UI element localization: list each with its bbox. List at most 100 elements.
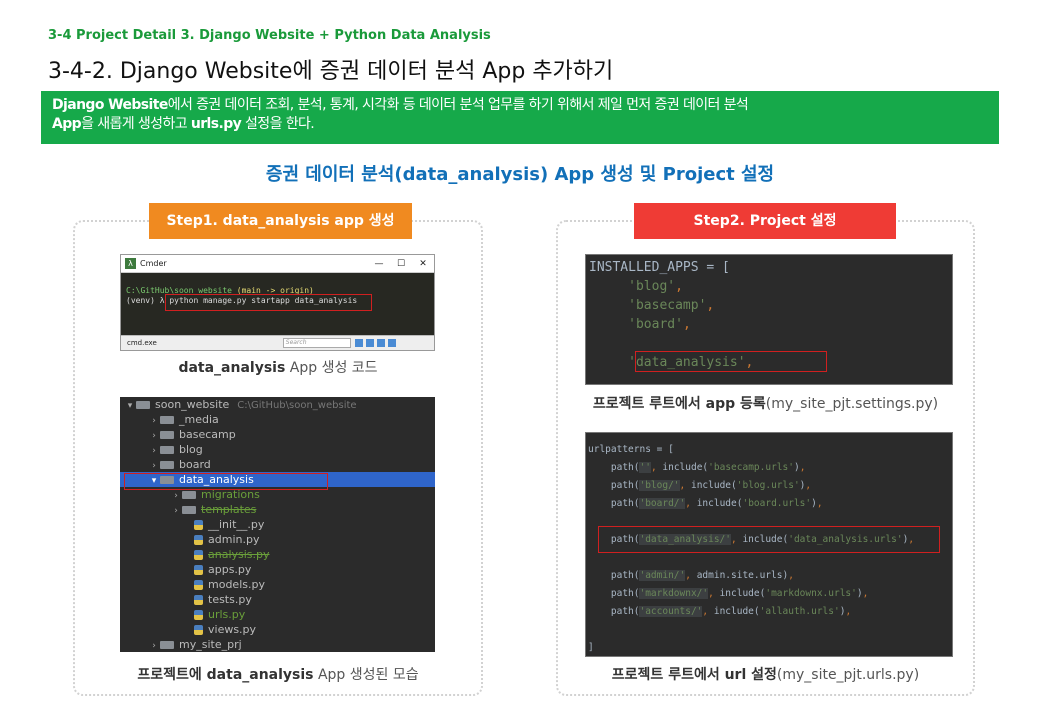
python-file-icon	[194, 565, 203, 575]
code-string: 'blog'	[628, 279, 676, 294]
cmder-window: λ Cmder — ☐ ✕ C:\GitHub\soon_website (ma…	[120, 254, 435, 351]
tree-root-path: C:\GitHub\soon_website	[237, 400, 357, 411]
code-line: urlpatterns = [	[588, 444, 674, 455]
code-line: path('board/', include('board.urls'),	[588, 498, 823, 509]
window-title: Cmder	[140, 259, 167, 268]
code-line: path('', include('basecamp.urls'),	[588, 462, 806, 473]
breadcrumb: 3-4 Project Detail 3. Django Website + P…	[48, 28, 491, 43]
code-string: 'basecamp'	[628, 298, 707, 313]
code-line: ]	[588, 642, 594, 653]
description-banner: Django Website에서 증권 데이터 조회, 분석, 통계, 시각화 …	[41, 91, 999, 144]
urlpatterns-code: urlpatterns = [ path('', include('baseca…	[585, 432, 953, 657]
caption-text: App 생성 코드	[285, 360, 378, 376]
folder-icon	[160, 431, 174, 439]
tree-label: urls.py	[208, 608, 246, 621]
code-line: INSTALLED_APPS = [	[589, 260, 730, 275]
tree-file[interactable]: analysis.py	[120, 547, 435, 562]
page-title: 3-4-2. Django Website에 증권 데이터 분석 App 추가하…	[48, 59, 614, 84]
banner-text: 을 새롭게 생성하고	[81, 116, 191, 132]
code-string: 'board/'	[639, 498, 686, 509]
caption-settings: 프로젝트 루트에서 app 등록(my_site_pjt.settings.py…	[556, 393, 975, 413]
cmder-titlebar: λ Cmder — ☐ ✕	[121, 255, 434, 273]
search-input[interactable]: Search	[282, 338, 351, 348]
caption-text: (my_site_pjt.urls.py)	[776, 667, 920, 683]
code-line: 'blog',	[628, 279, 683, 294]
cmder-statusbar: cmd.exe Search	[121, 335, 434, 350]
minimize-icon[interactable]: —	[368, 259, 390, 269]
tree-label: views.py	[208, 623, 257, 636]
code-string: 'accounts/'	[639, 606, 703, 617]
tree-file[interactable]: views.py	[120, 622, 435, 637]
data-analysis-highlight-box	[124, 473, 328, 490]
code-line: path('admin/', admin.site.urls),	[588, 570, 794, 581]
tree-item[interactable]: › templates	[120, 502, 435, 517]
code-string: 'admin/'	[639, 570, 686, 581]
lambda-icon: λ	[125, 258, 136, 269]
tree-file[interactable]: urls.py	[120, 607, 435, 622]
tree-file[interactable]: admin.py	[120, 532, 435, 547]
tree-file[interactable]: tests.py	[120, 592, 435, 607]
banner-text: 에서 증권 데이터 조회, 분석, 통계, 시각화 등 데이터 분석 업무를 하…	[167, 97, 749, 113]
tree-file[interactable]: __init__.py	[120, 517, 435, 532]
toolbar-icon[interactable]	[365, 339, 374, 347]
code-string: ''	[639, 462, 651, 473]
caption-tree: 프로젝트에 data_analysis App 생성된 모습	[73, 664, 483, 684]
python-file-icon	[194, 595, 203, 605]
toolbar-icon[interactable]	[376, 339, 385, 347]
tree-label: tests.py	[208, 593, 252, 606]
tree-file[interactable]: apps.py	[120, 562, 435, 577]
folder-icon	[160, 461, 174, 469]
maximize-icon[interactable]: ☐	[390, 259, 412, 269]
python-file-icon	[194, 550, 203, 560]
toolbar-icon[interactable]	[387, 339, 396, 347]
folder-icon	[182, 491, 196, 499]
folder-icon	[160, 641, 174, 649]
caption-bold: data_analysis	[206, 667, 314, 683]
step1-badge: Step1. data_analysis app 생성	[149, 203, 412, 239]
python-file-icon	[194, 520, 203, 530]
code-line: path('accounts/', include('allauth.urls'…	[588, 606, 852, 617]
code-string: 'allauth.urls'	[759, 606, 840, 617]
close-icon[interactable]: ✕	[412, 259, 434, 269]
console-tab[interactable]: cmd.exe	[121, 339, 163, 347]
python-file-icon	[194, 535, 203, 545]
app-register-highlight-box	[635, 351, 827, 372]
tree-label: board	[179, 458, 211, 471]
tree-label: blog	[179, 443, 203, 456]
tree-label: basecamp	[179, 428, 236, 441]
url-highlight-box	[598, 526, 940, 553]
section-title: 증권 데이터 분석(data_analysis) App 생성 및 Projec…	[265, 164, 775, 185]
step2-badge: Step2. Project 설정	[634, 203, 896, 239]
tree-item[interactable]: › blog	[120, 442, 435, 457]
caption-text: 프로젝트에	[137, 667, 207, 683]
tree-root[interactable]: ▾ soon_website C:\GitHub\soon_website	[120, 397, 435, 412]
tree-item[interactable]: › board	[120, 457, 435, 472]
folder-icon	[160, 416, 174, 424]
tree-item[interactable]: › _media	[120, 412, 435, 427]
code-string: 'board'	[628, 317, 683, 332]
banner-bold: App	[52, 116, 82, 132]
command-highlight-box	[165, 294, 372, 311]
code-string: 'blog.urls'	[736, 480, 800, 491]
project-tree: ▾ soon_website C:\GitHub\soon_website › _me…	[120, 397, 435, 652]
tree-label: soon_website	[155, 398, 230, 411]
banner-text: 설정을 한다.	[241, 116, 315, 132]
banner-bold: Django Website	[52, 97, 168, 113]
code-text: admin.site.urls	[696, 570, 783, 581]
tree-label: templates	[201, 503, 257, 516]
caption-bold: 프로젝트 루트에서 url 설정	[611, 667, 777, 683]
toolbar-icon[interactable]	[354, 339, 363, 347]
folder-icon	[136, 401, 150, 409]
installed-apps-code: INSTALLED_APPS = [ 'blog', 'basecamp', '…	[585, 254, 953, 385]
caption-bold: 프로젝트 루트에서 app 등록	[592, 396, 766, 412]
python-file-icon	[194, 625, 203, 635]
folder-icon	[160, 446, 174, 454]
tree-label: apps.py	[208, 563, 252, 576]
tree-item[interactable]: › my_site_prj	[120, 637, 435, 652]
code-line: path('blog/', include('blog.urls'),	[588, 480, 812, 491]
tree-file[interactable]: models.py	[120, 577, 435, 592]
tree-item[interactable]: › basecamp	[120, 427, 435, 442]
caption-text: App 생성된 모습	[313, 667, 419, 683]
terminal-prompt: (venv) λ	[126, 296, 170, 305]
caption-urls: 프로젝트 루트에서 url 설정(my_site_pjt.urls.py)	[556, 664, 975, 684]
